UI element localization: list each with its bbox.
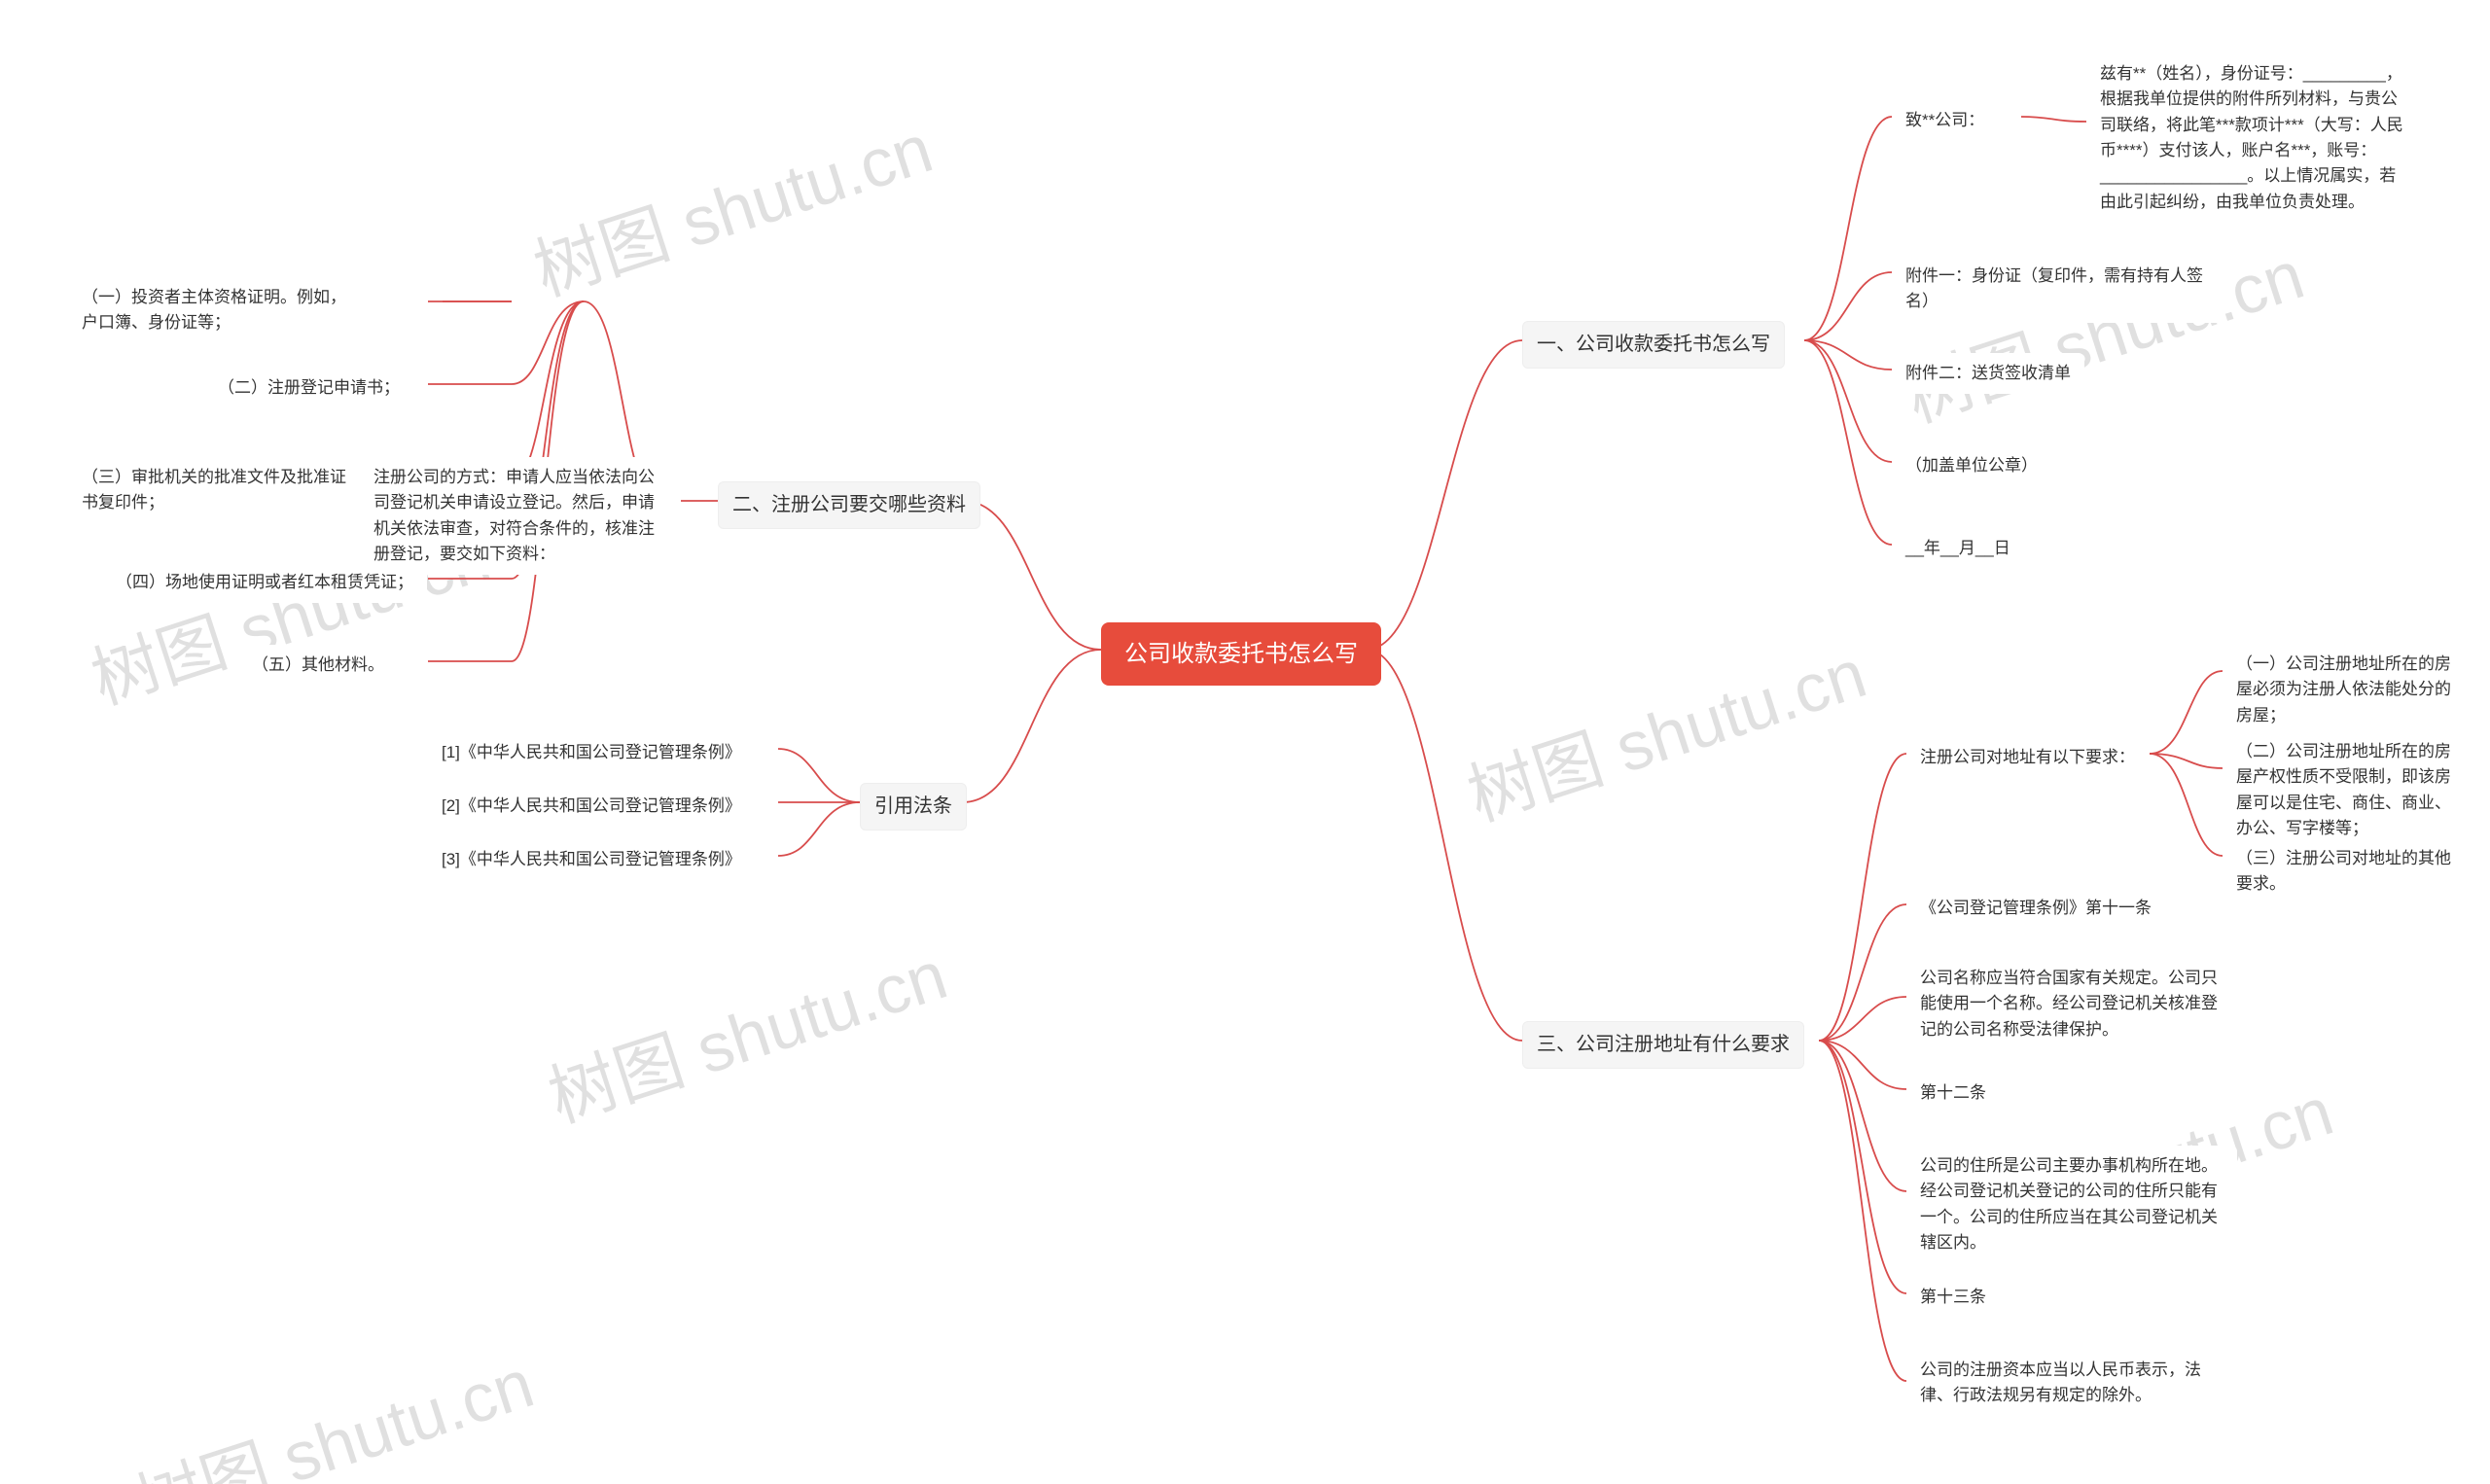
address-req-c: （三）注册公司对地址的其他要求。 bbox=[2223, 838, 2475, 905]
watermark: 树图 shutu.cn bbox=[122, 1329, 545, 1484]
doc-item-2: （二）注册登记申请书； bbox=[204, 368, 413, 408]
date-line: __年__月__日 bbox=[1892, 528, 2024, 569]
watermark: 树图 shutu.cn bbox=[535, 921, 958, 1142]
doc-item-1: （一）投资者主体资格证明。例如，户口簿、身份证等； bbox=[68, 277, 370, 344]
regulation-art11-body: 公司名称应当符合国家有关规定。公司只能使用一个名称。经公司登记机关核准登记的公司… bbox=[1906, 958, 2237, 1050]
regulation-art13-title: 第十三条 bbox=[1906, 1277, 2000, 1318]
doc-item-4: （四）场地使用证明或者红本租赁凭证； bbox=[102, 562, 427, 603]
law-ref-3: [3]《中华人民共和国公司登记管理条例》 bbox=[428, 839, 755, 880]
branch-1-label: 一、公司收款委托书怎么写 bbox=[1537, 334, 1770, 355]
branch-3-label: 三、公司注册地址有什么要求 bbox=[1537, 1034, 1790, 1055]
address-req-label: 注册公司对地址有以下要求： bbox=[1906, 737, 2149, 778]
branch-2-label: 二、注册公司要交哪些资料 bbox=[732, 494, 966, 515]
watermark: 树图 shutu.cn bbox=[1892, 221, 2315, 442]
branch-laws[interactable]: 引用法条 bbox=[860, 783, 967, 830]
root-node[interactable]: 公司收款委托书怎么写 bbox=[1101, 622, 1381, 686]
regulation-art12-body: 公司的住所是公司主要办事机构所在地。经公司登记机关登记的公司的住所只能有一个。公… bbox=[1906, 1146, 2237, 1263]
branch-2-body: 注册公司的方式：申请人应当依法向公司登记机关申请设立登记。然后，申请机关依法审查… bbox=[360, 457, 681, 575]
branch-laws-label: 引用法条 bbox=[874, 795, 952, 817]
watermark: 树图 shutu.cn bbox=[1454, 619, 1877, 840]
law-ref-1: [1]《中华人民共和国公司登记管理条例》 bbox=[428, 732, 755, 773]
doc-item-5: （五）其他材料。 bbox=[238, 645, 398, 686]
regulation-art12-title: 第十二条 bbox=[1906, 1073, 2000, 1113]
address-req-a: （一）公司注册地址所在的房屋必须为注册人依法能处分的房屋； bbox=[2223, 644, 2475, 736]
attachment-1: 附件一：身份证（复印件，需有持有人签名） bbox=[1892, 256, 2223, 323]
attachment-2: 附件二：送货签收清单 bbox=[1892, 353, 2084, 394]
doc-item-3: （三）审批机关的批准文件及批准证书复印件； bbox=[68, 457, 360, 524]
recipient-label: 致**公司： bbox=[1892, 100, 1998, 141]
branch-section-3[interactable]: 三、公司注册地址有什么要求 bbox=[1522, 1021, 1804, 1069]
watermark: 树图 shutu.cn bbox=[520, 94, 943, 315]
law-ref-2: [2]《中华人民共和国公司登记管理条例》 bbox=[428, 786, 755, 827]
branch-section-2[interactable]: 二、注册公司要交哪些资料 bbox=[718, 481, 980, 529]
letter-body: 兹有**（姓名），身份证号：_________，根据我单位提供的附件所列材料，与… bbox=[2086, 53, 2417, 223]
root-title: 公司收款委托书怎么写 bbox=[1124, 641, 1358, 667]
seal-note: （加盖单位公章） bbox=[1892, 445, 2051, 486]
branch-section-1[interactable]: 一、公司收款委托书怎么写 bbox=[1522, 321, 1785, 369]
regulation-art11-title: 《公司登记管理条例》第十一条 bbox=[1906, 888, 2165, 929]
address-req-b: （二）公司注册地址所在的房屋产权性质不受限制，即该房屋可以是住宅、商住、商业、办… bbox=[2223, 731, 2475, 849]
regulation-art13-body: 公司的注册资本应当以人民币表示，法律、行政法规另有规定的除外。 bbox=[1906, 1350, 2237, 1417]
